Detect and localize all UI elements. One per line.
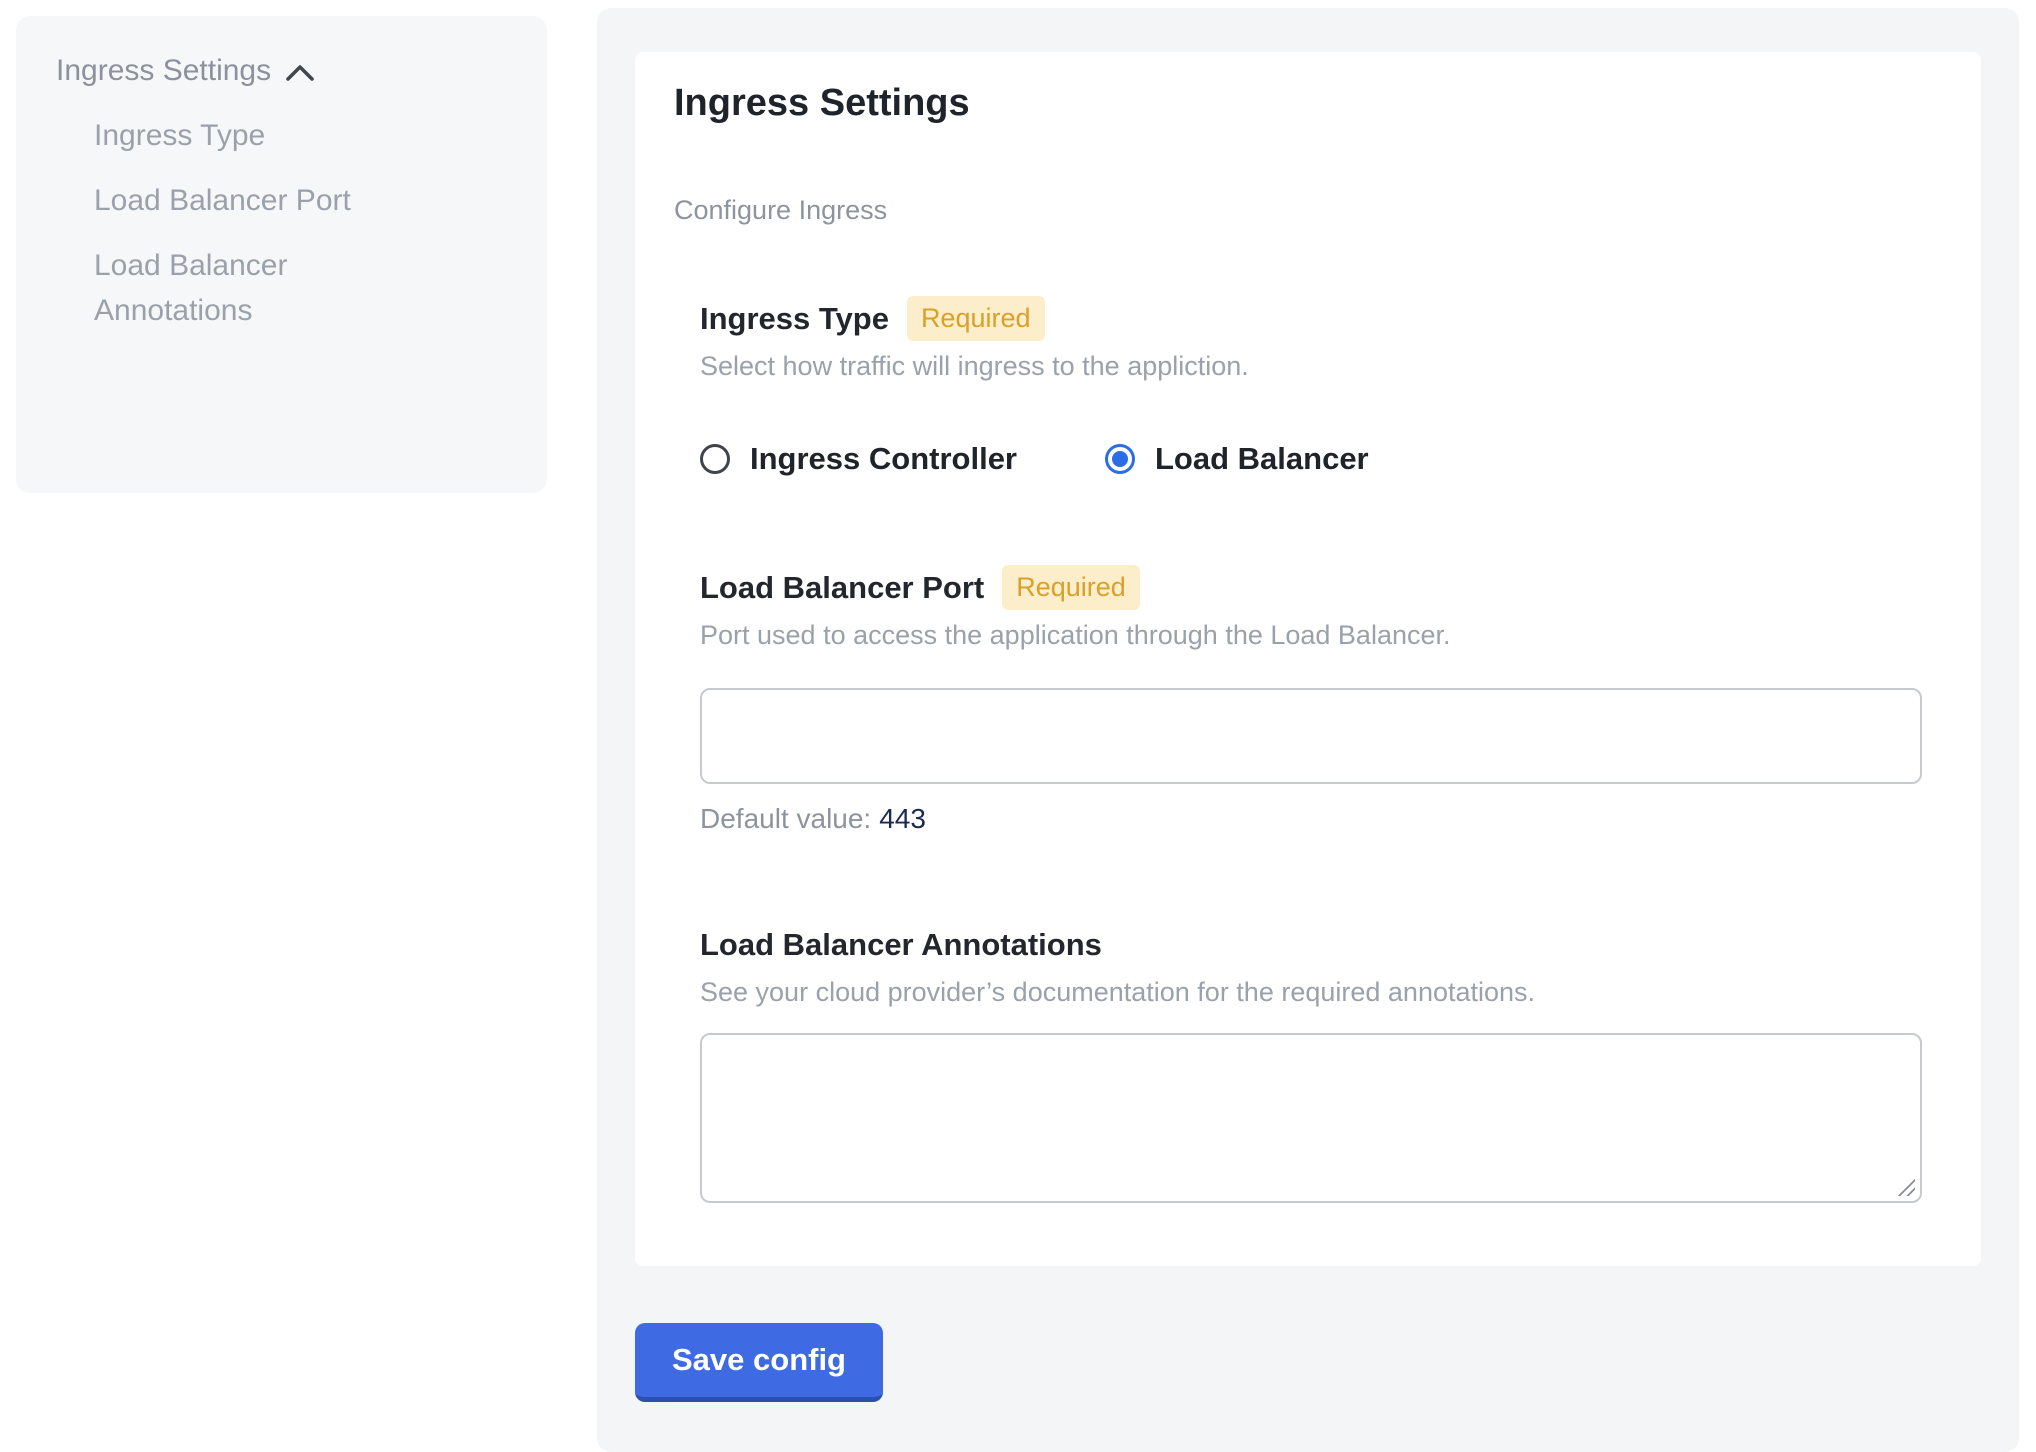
radio-icon[interactable] bbox=[700, 444, 730, 474]
settings-nav: Ingress Settings Ingress Type Load Balan… bbox=[16, 16, 547, 493]
required-badge: Required bbox=[1002, 565, 1140, 610]
section-ingress-type: Ingress Type Required Select how traffic… bbox=[700, 296, 1922, 477]
section-label: Ingress Type bbox=[700, 297, 889, 341]
radio-label: Load Balancer bbox=[1155, 441, 1369, 477]
nav-group-ingress-settings[interactable]: Ingress Settings bbox=[56, 48, 507, 93]
annotations-textarea-wrap bbox=[700, 1033, 1922, 1203]
radio-label: Ingress Controller bbox=[750, 441, 1017, 477]
default-value: 443 bbox=[879, 803, 926, 834]
nav-item-load-balancer-annotations[interactable]: Load Balancer Annotations bbox=[94, 243, 424, 333]
ingress-type-options: Ingress Controller Load Balancer bbox=[700, 441, 1922, 477]
default-value-line: Default value: 443 bbox=[700, 800, 1922, 838]
section-label: Load Balancer Annotations bbox=[700, 923, 1102, 967]
page-subtitle: Configure Ingress bbox=[674, 190, 1922, 230]
section-description: Port used to access the application thro… bbox=[700, 618, 1922, 652]
load-balancer-annotations-textarea[interactable] bbox=[700, 1033, 1922, 1203]
section-label: Load Balancer Port bbox=[700, 566, 984, 610]
nav-item-ingress-type[interactable]: Ingress Type bbox=[94, 113, 424, 158]
radio-option-ingress-controller[interactable]: Ingress Controller bbox=[700, 441, 1017, 477]
section-description: See your cloud provider’s documentation … bbox=[700, 975, 1922, 1009]
page: Ingress Settings Ingress Type Load Balan… bbox=[0, 0, 2036, 1452]
page-title: Ingress Settings bbox=[674, 80, 1922, 126]
section-heading: Load Balancer Port Required bbox=[700, 565, 1922, 610]
load-balancer-port-input[interactable] bbox=[700, 688, 1922, 784]
config-panel: Ingress Settings Configure Ingress Ingre… bbox=[597, 8, 2019, 1452]
section-load-balancer-port: Load Balancer Port Required Port used to… bbox=[700, 565, 1922, 838]
radio-icon[interactable] bbox=[1105, 444, 1135, 474]
chevron-up-icon bbox=[285, 63, 315, 83]
nav-group-label: Ingress Settings bbox=[56, 48, 271, 93]
section-heading: Load Balancer Annotations bbox=[700, 923, 1922, 967]
section-heading: Ingress Type Required bbox=[700, 296, 1922, 341]
radio-option-load-balancer[interactable]: Load Balancer bbox=[1105, 441, 1369, 477]
nav-item-load-balancer-port[interactable]: Load Balancer Port bbox=[94, 178, 424, 223]
section-load-balancer-annotations: Load Balancer Annotations See your cloud… bbox=[700, 923, 1922, 1203]
nav-items: Ingress Type Load Balancer Port Load Bal… bbox=[94, 113, 507, 333]
save-config-button[interactable]: Save config bbox=[635, 1323, 883, 1402]
default-value-label: Default value: bbox=[700, 803, 871, 834]
ingress-settings-card: Ingress Settings Configure Ingress Ingre… bbox=[635, 52, 1981, 1266]
required-badge: Required bbox=[907, 296, 1045, 341]
section-description: Select how traffic will ingress to the a… bbox=[700, 349, 1922, 383]
